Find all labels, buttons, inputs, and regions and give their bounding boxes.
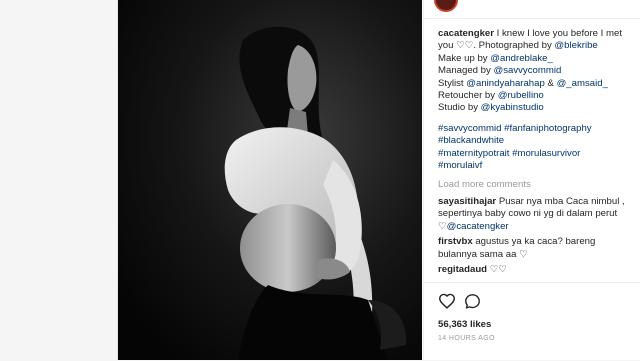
- comment: regitadaud ♡♡: [438, 264, 634, 276]
- maternity-photo-illustration: [118, 0, 422, 360]
- comment: sayasitihajar Pusar nya mba Caca nimbul …: [438, 196, 634, 233]
- likes-count[interactable]: 56,363 likes: [438, 319, 491, 330]
- caption: cacatengker I knew I love you before I m…: [438, 28, 634, 115]
- comment: firstvbx agustus ya ka caca? bareng bula…: [438, 236, 634, 261]
- post-timestamp[interactable]: 14 HOURS AGO: [438, 335, 495, 342]
- hashtag[interactable]: #maternitypotrait: [438, 148, 509, 159]
- mention-managed[interactable]: @savvycommid: [493, 65, 561, 76]
- instagram-post-card: cacatengker I knew I love you before I m…: [117, 0, 640, 360]
- mention-studio[interactable]: @kyabinstudio: [481, 102, 544, 113]
- hashtag[interactable]: #morulasurvivor: [512, 148, 580, 159]
- comment-username[interactable]: regitadaud: [438, 264, 487, 275]
- comment-mention[interactable]: @cacatengker: [447, 221, 509, 232]
- caption-makeup-label: Make up by: [438, 52, 491, 64]
- comment-username[interactable]: firstvbx: [438, 236, 473, 247]
- hashtag[interactable]: #savvycommid: [438, 123, 501, 134]
- caption-managed-label: Managed by: [438, 65, 494, 77]
- comments-section: cacatengker I knew I love you before I m…: [438, 28, 634, 276]
- avatar[interactable]: [434, 0, 458, 12]
- mention-makeup[interactable]: @andreblake_: [490, 53, 553, 64]
- comment-username[interactable]: sayasitihajar: [438, 196, 496, 207]
- hashtag[interactable]: #blackandwhite: [438, 135, 504, 146]
- caption-studio-label: Studio by: [438, 102, 481, 114]
- comment-text: ♡♡: [489, 263, 507, 275]
- post-photo[interactable]: [118, 0, 422, 360]
- caption-stylist-label: Stylist: [438, 77, 467, 89]
- mention-retoucher[interactable]: @rubellino: [498, 90, 544, 101]
- caption-username[interactable]: cacatengker: [438, 28, 494, 39]
- hashtag[interactable]: #fanfaniphotography: [504, 123, 591, 134]
- post-sidebar: cacatengker I knew I love you before I m…: [423, 0, 640, 360]
- caption-stylist-and: &: [544, 77, 557, 89]
- mention-stylist-1[interactable]: @anindyaharahap: [466, 78, 545, 89]
- post-header: [424, 0, 640, 19]
- hashtags: #savvycommid #fanfaniphotography #blacka…: [438, 123, 634, 173]
- mention-stylist-2[interactable]: @_amsaid_: [557, 78, 608, 89]
- caption-retoucher-label: Retoucher by: [438, 90, 498, 102]
- mention-photographer[interactable]: @blekribe: [554, 40, 597, 51]
- post-actions: 56,363 likes 14 HOURS AGO: [424, 282, 640, 361]
- load-more-comments-link[interactable]: Load more comments: [438, 179, 634, 191]
- heart-outline-icon[interactable]: [438, 293, 456, 314]
- speech-bubble-icon[interactable]: [464, 293, 481, 315]
- hashtag[interactable]: #morulaivf: [438, 160, 482, 171]
